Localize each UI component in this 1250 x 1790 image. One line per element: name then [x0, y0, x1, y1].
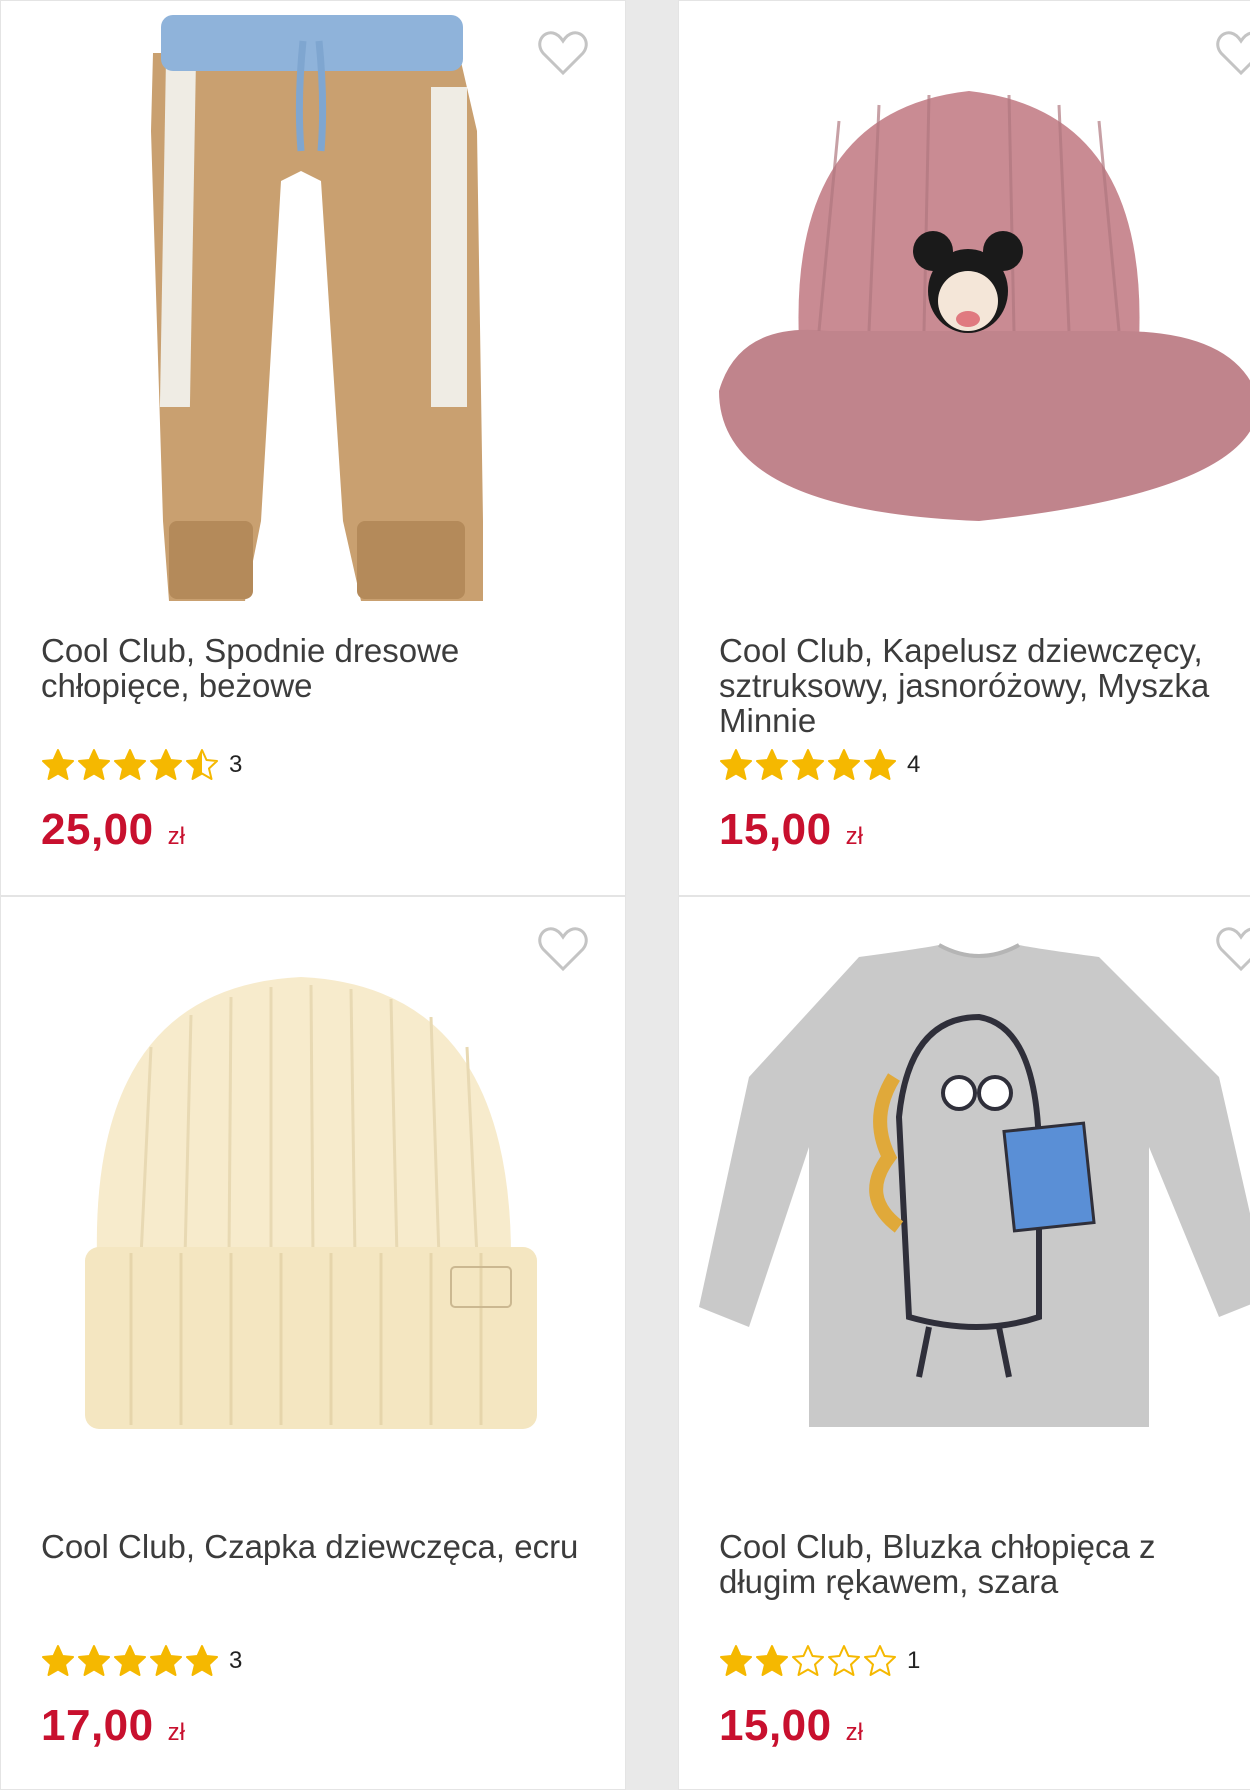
product-card[interactable]: Cool Club, Spodnie dresowe chłopięce, be… — [0, 0, 626, 896]
star-full-icon — [755, 748, 789, 782]
heart-icon — [1216, 927, 1250, 972]
star-half-icon — [185, 748, 219, 782]
price-currency: zł — [845, 823, 863, 850]
price-currency: zł — [167, 1719, 185, 1746]
star-full-icon — [77, 748, 111, 782]
price-currency: zł — [167, 823, 185, 850]
star-empty-icon — [791, 1644, 825, 1678]
price: 15,00 zł — [719, 1701, 863, 1751]
sweatpants-icon — [151, 15, 483, 601]
price-currency: zł — [845, 1719, 863, 1746]
product-card[interactable]: Cool Club, Kapelusz dziewczęcy, sztrukso… — [678, 0, 1250, 896]
star-full-icon — [113, 748, 147, 782]
rating-count: 4 — [907, 751, 921, 778]
favorite-button[interactable] — [537, 29, 589, 77]
product-title[interactable]: Cool Club, Spodnie dresowe chłopięce, be… — [41, 633, 581, 703]
star-empty-icon — [827, 1644, 861, 1678]
heart-icon — [1216, 31, 1250, 76]
star-full-icon — [791, 748, 825, 782]
star-full-icon — [77, 1644, 111, 1678]
product-card[interactable]: Cool Club, Czapka dziewczęca, ecru 3 17,… — [0, 896, 626, 1790]
price-amount: 15,00 — [719, 1701, 832, 1750]
heart-icon — [538, 927, 588, 972]
star-full-icon — [863, 748, 897, 782]
star-full-icon — [149, 1644, 183, 1678]
product-image[interactable] — [1, 1, 625, 601]
bucket-hat-icon — [719, 91, 1250, 521]
price-amount: 15,00 — [719, 805, 832, 854]
price: 17,00 zł — [41, 1701, 185, 1751]
beanie-icon — [85, 977, 537, 1429]
favorite-button[interactable] — [1215, 29, 1250, 77]
product-title[interactable]: Cool Club, Czapka dziewczęca, ecru — [41, 1529, 581, 1564]
rating: 1 — [719, 1643, 920, 1679]
star-full-icon — [41, 748, 75, 782]
rating-count: 3 — [229, 1647, 243, 1674]
star-full-icon — [719, 1644, 753, 1678]
favorite-button[interactable] — [537, 925, 589, 973]
long-sleeve-shirt-icon — [699, 943, 1250, 1427]
heart-icon — [538, 31, 588, 76]
price-amount: 25,00 — [41, 805, 154, 854]
product-title[interactable]: Cool Club, Bluzka chłopięca z długim ręk… — [719, 1529, 1250, 1599]
star-full-icon — [41, 1644, 75, 1678]
product-grid: Cool Club, Spodnie dresowe chłopięce, be… — [0, 0, 1250, 1790]
star-full-icon — [149, 748, 183, 782]
rating-count: 1 — [907, 1647, 921, 1674]
product-title[interactable]: Cool Club, Kapelusz dziewczęcy, sztrukso… — [719, 633, 1250, 738]
star-full-icon — [185, 1644, 219, 1678]
rating: 4 — [719, 747, 920, 783]
favorite-button[interactable] — [1215, 925, 1250, 973]
rating: 3 — [41, 1643, 242, 1679]
star-full-icon — [719, 748, 753, 782]
product-card[interactable]: Cool Club, Bluzka chłopięca z długim ręk… — [678, 896, 1250, 1790]
product-image[interactable] — [679, 1, 1250, 601]
product-image[interactable] — [1, 897, 625, 1497]
star-full-icon — [755, 1644, 789, 1678]
star-empty-icon — [863, 1644, 897, 1678]
star-full-icon — [827, 748, 861, 782]
star-full-icon — [113, 1644, 147, 1678]
price-amount: 17,00 — [41, 1701, 154, 1750]
rating-count: 3 — [229, 751, 243, 778]
rating: 3 — [41, 747, 242, 783]
price: 25,00 zł — [41, 805, 185, 855]
product-image[interactable] — [679, 897, 1250, 1497]
price: 15,00 zł — [719, 805, 863, 855]
